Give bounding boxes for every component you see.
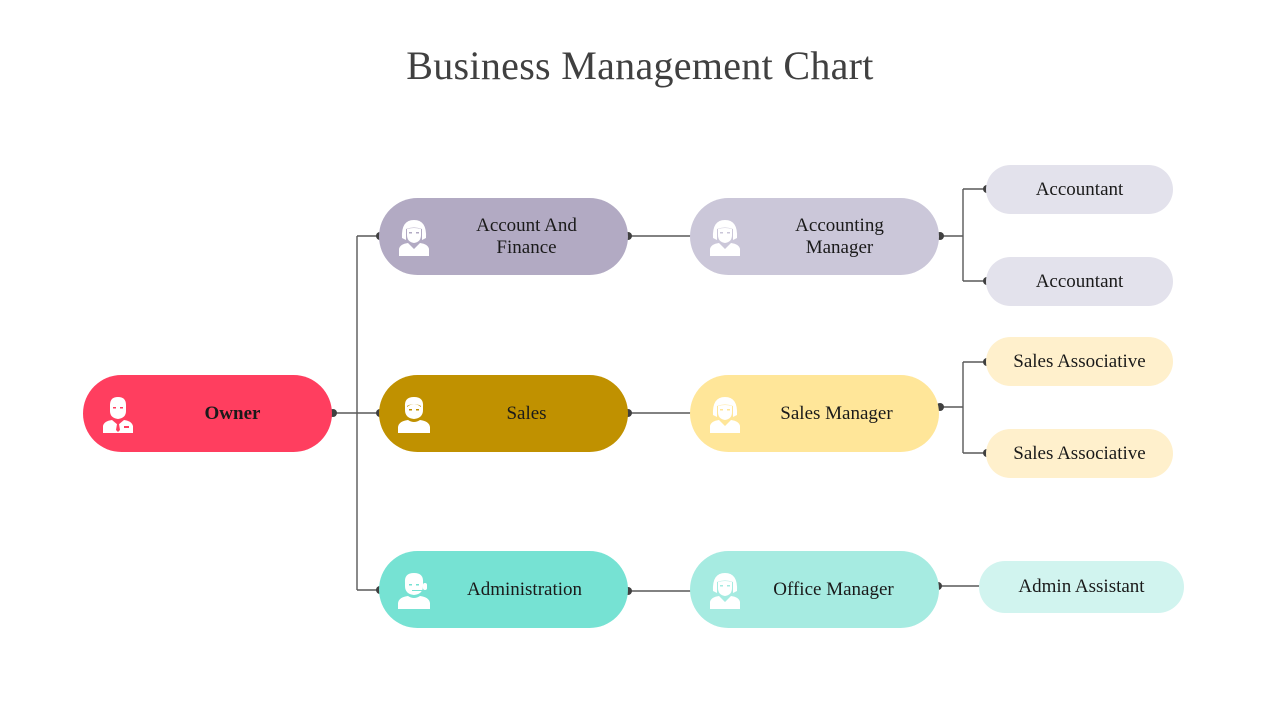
headset-operator-icon [398, 572, 430, 609]
connector-salesmgr-associatives [940, 361, 987, 454]
node-office-manager[interactable]: Office Manager [690, 551, 939, 628]
businessman-icon [103, 396, 133, 433]
node-sales-label: Sales [506, 402, 547, 424]
node-owner[interactable]: Owner [83, 375, 332, 452]
node-administration[interactable]: Administration [379, 551, 628, 628]
node-admin-assistant-label: Admin Assistant [1018, 576, 1145, 597]
node-sales-associative-2-label: Sales Associative [1013, 442, 1146, 464]
node-sales-associative-1[interactable]: Sales Associative [986, 337, 1173, 386]
connector-owner-trunk [333, 235, 380, 591]
node-sales-manager[interactable]: Sales Manager [690, 375, 939, 452]
woman-icon [710, 396, 740, 433]
node-accountant-2[interactable]: Accountant [986, 257, 1173, 306]
node-accounting-manager-label: Accounting Manager [795, 214, 884, 258]
node-owner-label: Owner [204, 402, 261, 424]
node-accountant-2-label: Accountant [1035, 270, 1124, 292]
node-sales-associative-2[interactable]: Sales Associative [986, 429, 1173, 478]
node-account-finance[interactable]: Account And Finance [379, 198, 628, 275]
node-accountant-1[interactable]: Accountant [986, 165, 1173, 214]
node-office-manager-label: Office Manager [773, 578, 894, 600]
woman-icon [710, 572, 740, 609]
node-sales-manager-label: Sales Manager [780, 402, 893, 424]
man-icon [398, 396, 430, 433]
node-administration-label: Administration [466, 578, 583, 600]
node-account-finance-label: Account And Finance [476, 214, 577, 258]
node-admin-assistant[interactable]: Admin Assistant [979, 561, 1184, 613]
node-sales[interactable]: Sales [379, 375, 628, 452]
node-accountant-1-label: Accountant [1035, 178, 1124, 200]
woman-icon [399, 219, 429, 256]
connector-accounting-accountants [940, 188, 987, 282]
node-accounting-manager[interactable]: Accounting Manager [690, 198, 939, 275]
woman-icon [710, 219, 740, 256]
node-sales-associative-1-label: Sales Associative [1013, 350, 1146, 372]
